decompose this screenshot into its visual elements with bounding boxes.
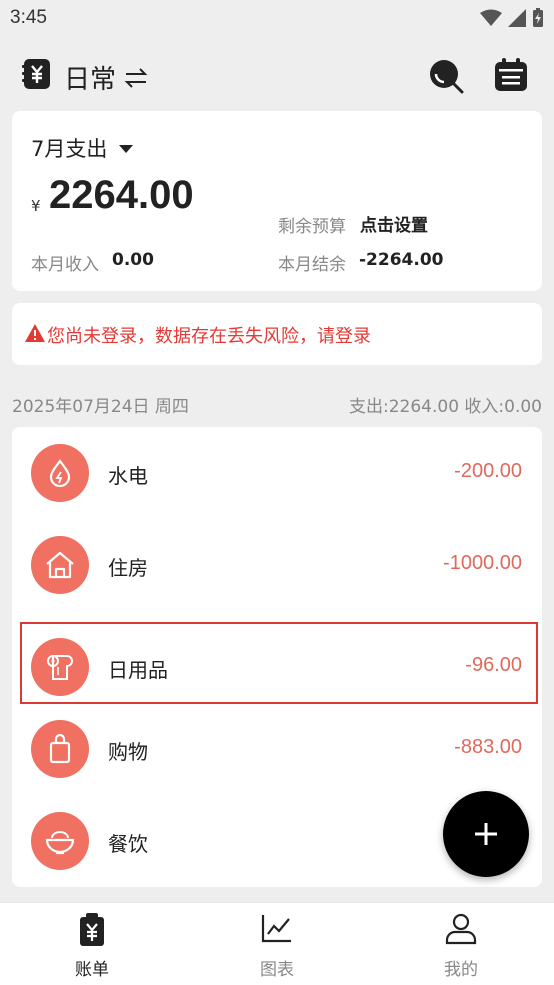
search-icon[interactable] [428,58,464,94]
category-label: 日用品 [108,658,168,682]
warning-text: 您尚未登录，数据存在丢失风险，请登录 [47,326,371,347]
day-date: 2025年07月24日 周四 [12,397,189,417]
income-label: 本月收入 [31,255,99,275]
wifi-icon [480,9,502,26]
nav-item-profile[interactable]: 我的 [401,903,521,985]
amount-value: -200.00 [454,460,522,482]
amount-value: -883.00 [454,736,522,758]
list-item[interactable]: 购物 -883.00 [12,703,542,795]
list-item[interactable]: 住房 -1000.00 [12,519,542,611]
income-value: 0.00 [112,250,154,270]
plus-icon [475,823,497,845]
nav-item-bills[interactable]: 账单 [32,903,152,985]
amount-value: -96.00 [465,654,522,676]
category-label: 购物 [108,740,148,764]
battery-icon [533,8,543,27]
login-warning-banner[interactable]: 您尚未登录，数据存在丢失风险，请登录 [12,303,542,365]
ledger-title: 日常 [64,65,117,95]
summary-card: 7月支出 ¥ 2264.00 剩余预算 点击设置 本月收入 0.00 本月结余 … [12,111,542,291]
month-selector[interactable]: 7月支出 [31,133,134,163]
water-drop-icon [31,444,89,502]
signal-icon [508,9,526,27]
toilet-paper-icon [31,638,89,696]
balance-label: 本月结余 [278,255,346,275]
set-budget-button[interactable]: 点击设置 [360,211,428,236]
bill-icon [80,913,104,946]
swap-icon [124,67,148,88]
shopping-bag-icon [31,720,89,778]
status-icons [480,8,544,28]
month-expense-amount: 2264.00 [49,173,194,217]
category-label: 水电 [108,464,148,488]
currency-symbol: ¥ [31,197,41,215]
food-bowl-icon [31,812,89,870]
nav-label: 图表 [260,960,294,980]
list-item[interactable]: 日用品 -96.00 [12,621,542,713]
bottom-nav: 账单 图表 我的 [0,902,554,985]
budget-label: 剩余预算 [278,217,346,237]
nav-label: 我的 [444,960,478,980]
month-label: 7月支出 [31,137,108,161]
status-bar: 3:45 [0,0,554,36]
chart-icon [261,915,291,943]
add-record-button[interactable] [443,791,529,877]
balance-value: -2264.00 [359,250,444,270]
calendar-icon[interactable] [494,58,528,92]
ledger-switcher[interactable]: 日常 [64,59,148,96]
user-icon [445,913,477,945]
list-item[interactable]: 水电 -200.00 [12,427,542,519]
ledger-book-icon [22,59,50,89]
amount-value: -1000.00 [443,552,522,574]
category-label: 餐饮 [108,832,148,856]
app-bar: 日常 [0,46,554,102]
day-totals: 支出:2264.00 收入:0.00 [348,397,542,417]
nav-item-charts[interactable]: 图表 [217,903,337,985]
warning-icon [25,324,45,342]
category-label: 住房 [108,556,148,580]
house-icon [31,536,89,594]
nav-label: 账单 [75,960,109,980]
status-time: 3:45 [10,7,47,28]
caret-down-icon [119,145,134,153]
